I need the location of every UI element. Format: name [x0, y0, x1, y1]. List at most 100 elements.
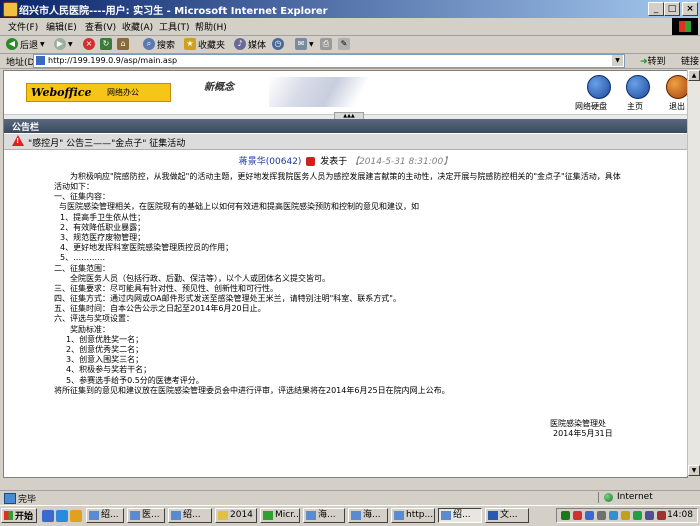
tray-icon[interactable] [621, 511, 630, 520]
back-arrow-icon: ◀ [6, 38, 18, 50]
tray-icon[interactable] [573, 511, 582, 520]
menu-help[interactable]: 帮助(H) [195, 20, 227, 33]
exit-icon[interactable] [666, 75, 687, 99]
bulletin-header: 公告栏 [4, 119, 687, 133]
body-line: 三、征集要求：尽可能具有针对性、预见性、创新性和可行性。 [54, 284, 278, 293]
published-label: 发表于 [320, 157, 348, 167]
banner-decoration [269, 77, 379, 107]
body-line: 2、创意优秀奖二名； [66, 345, 144, 354]
body-line: 六、评选与奖项设置： [54, 314, 134, 323]
signature-date: 2014年5月31日 [553, 429, 613, 438]
address-url: http://199.199.0.9/asp/main.asp [48, 56, 178, 65]
media-button[interactable]: ♪ 媒体 [234, 37, 266, 51]
quicklaunch-ie-icon[interactable] [56, 510, 68, 522]
tray-icon[interactable] [585, 511, 594, 520]
favorites-star-icon: ★ [184, 38, 196, 50]
menu-tools[interactable]: 工具(T) [159, 20, 190, 33]
status-bar: 完毕 Internet [0, 490, 700, 505]
menu-file[interactable]: 文件(F) [8, 20, 38, 33]
status-divider [598, 492, 599, 503]
close-button[interactable]: × [682, 2, 698, 16]
taskbar-button[interactable]: 文... [485, 508, 529, 523]
minimize-button[interactable]: _ [648, 2, 664, 16]
go-arrow-icon: ➜ [640, 57, 648, 67]
taskbar-button[interactable]: 绍... [86, 508, 124, 523]
body-line: 四、征集方式：通过内网或OA邮件形式发送至感染管理处王米兰，请特别注明"科室、联… [54, 294, 401, 303]
taskbar-button[interactable]: 海... [348, 508, 388, 523]
vertical-scrollbar[interactable]: ▲ ▼ [687, 70, 700, 476]
ie-window-icon[interactable] [3, 2, 18, 17]
logo-text: Weboffice [31, 86, 92, 99]
author-name[interactable]: 蒋景华(00642) [239, 157, 302, 167]
body-line: 将所征集到的意见和建议放在医院感染管理委员会中进行评审，评选结果将在2014年6… [54, 386, 450, 395]
taskbar-button[interactable]: http... [391, 508, 435, 523]
go-button[interactable]: ➜转到 [640, 54, 666, 67]
links-button[interactable]: 链接 [681, 54, 699, 67]
home-button[interactable]: ⌂ [117, 37, 129, 51]
body-line: 为积极响应"院感防控，从我做起"的活动主题，更好地发挥我院医务人员为感控发展建言… [70, 172, 621, 181]
taskbar-button[interactable]: 医... [127, 508, 165, 523]
search-label: 搜索 [157, 40, 176, 51]
address-bar: 地址(D) http://199.199.0.9/asp/main.asp ▼ … [0, 53, 700, 69]
taskbar-button-active[interactable]: 绍... [438, 508, 482, 523]
weboffice-logo: Weboffice 网络办公 [26, 83, 171, 102]
home-label[interactable]: 主页 [627, 101, 643, 112]
disk-icon[interactable] [587, 75, 611, 99]
taskbar-button[interactable]: 海... [303, 508, 345, 523]
maximize-button[interactable]: □ [664, 2, 680, 16]
favorites-label: 收藏夹 [198, 40, 226, 51]
refresh-button[interactable]: ↻ [100, 37, 112, 51]
stop-button[interactable]: × [83, 37, 95, 51]
home-icon[interactable] [626, 75, 650, 99]
favorites-button[interactable]: ★ 收藏夹 [184, 37, 225, 51]
search-button[interactable]: ⌕ 搜索 [143, 37, 175, 51]
internet-zone-icon [604, 493, 613, 502]
media-label: 媒体 [248, 40, 267, 51]
quicklaunch-outlook-icon[interactable] [70, 510, 82, 522]
address-dropdown-icon[interactable]: ▼ [612, 55, 623, 66]
edit-button[interactable]: ✎ [338, 37, 350, 51]
mail-button[interactable]: ✉ ▼ [295, 37, 314, 51]
author-row: 蒋景华(00642) 发表于 【2014-5-31 8:31:00】 [4, 154, 687, 167]
mail-icon: ✉ [295, 38, 307, 50]
menu-view[interactable]: 查看(V) [85, 20, 116, 33]
warning-icon: ! [12, 135, 24, 146]
tray-icon[interactable] [633, 511, 642, 520]
scroll-up-icon[interactable]: ▲ [688, 70, 700, 81]
window-title-bar[interactable]: 绍兴市人民医院----用户: 实习生 - Microsoft Internet … [0, 0, 700, 18]
body-line: 五、征集时间：自本公告公示之日起至2014年6月20日止。 [54, 304, 266, 313]
party-emblem-icon [306, 157, 316, 166]
quicklaunch-desktop-icon[interactable] [42, 510, 54, 522]
publish-date: 【2014-5-31 8:31:00】 [350, 157, 453, 167]
taskbar: 开始 绍... 医... 绍... 2014 Micr... 海... 海...… [0, 505, 700, 526]
menu-edit[interactable]: 编辑(E) [46, 20, 77, 33]
forward-button[interactable]: ▶ ▼ [54, 37, 73, 51]
exit-label[interactable]: 退出 [669, 101, 685, 112]
windows-logo-icon [672, 18, 698, 35]
taskbar-button[interactable]: Micr... [260, 508, 300, 523]
clock[interactable]: 14:08 [667, 510, 693, 520]
window-title: 绍兴市人民医院----用户: 实习生 - Microsoft Internet … [19, 6, 328, 17]
tray-icon[interactable] [597, 511, 606, 520]
body-line: 4、积极参与奖若干名； [66, 365, 152, 374]
start-label: 开始 [15, 512, 34, 522]
tray-icon[interactable] [561, 511, 570, 520]
taskbar-button[interactable]: 绍... [168, 508, 212, 523]
volume-icon[interactable] [645, 511, 654, 520]
security-zone: Internet [617, 492, 653, 502]
menu-favorites[interactable]: 收藏(A) [122, 20, 153, 33]
go-label: 转到 [647, 57, 666, 67]
home-icon: ⌂ [117, 38, 129, 50]
tray-icon[interactable] [609, 511, 618, 520]
tray-icon[interactable] [657, 511, 666, 520]
back-button[interactable]: ◀ 后退 ▼ [6, 37, 45, 51]
scroll-down-icon[interactable]: ▼ [688, 465, 700, 476]
body-line: 二、征集范围： [54, 264, 110, 273]
logo-subtext: 网络办公 [107, 88, 139, 97]
taskbar-button[interactable]: 2014 [215, 508, 257, 523]
address-input[interactable]: http://199.199.0.9/asp/main.asp ▼ [33, 54, 625, 68]
print-button[interactable]: ⎙ [320, 37, 332, 51]
network-disk-label[interactable]: 网络硬盘 [575, 101, 607, 112]
start-button[interactable]: 开始 [1, 508, 37, 523]
history-button[interactable]: ◷ [272, 37, 284, 51]
